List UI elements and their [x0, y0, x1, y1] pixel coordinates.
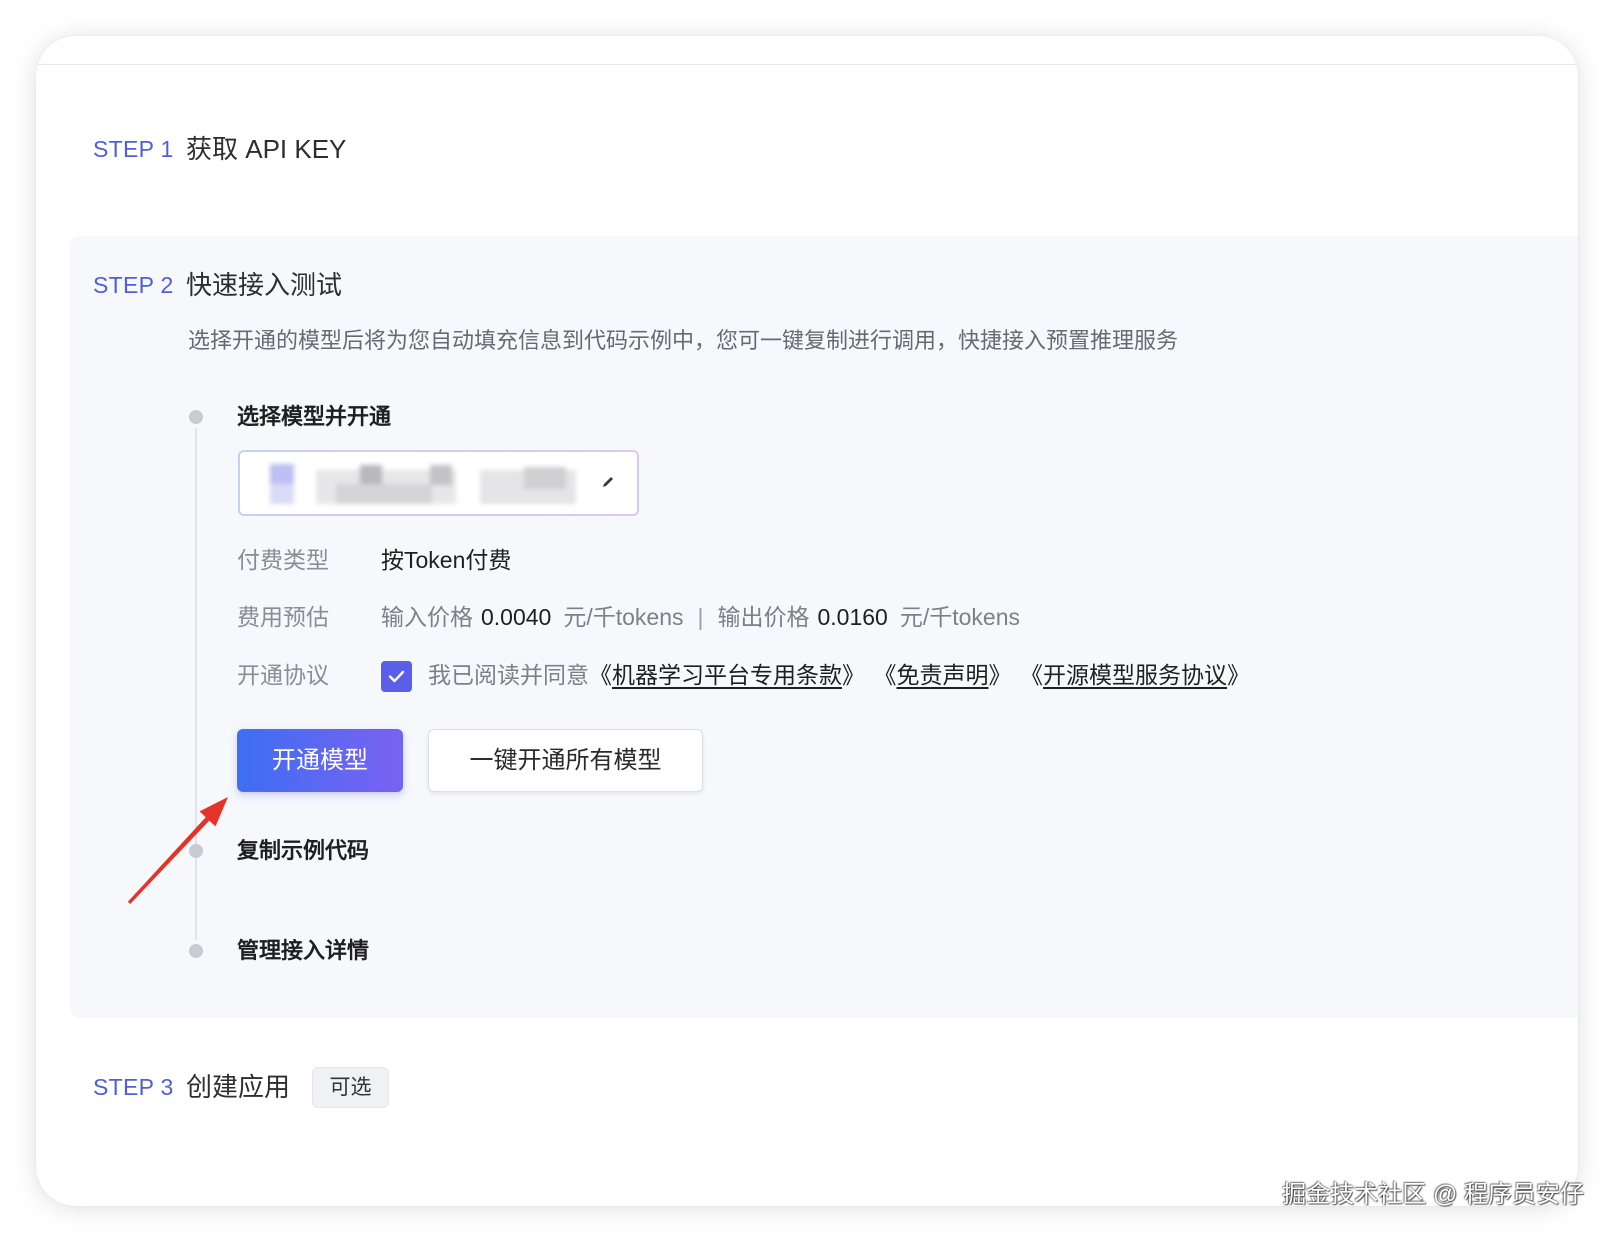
agreement-label: 开通协议 [237, 662, 329, 688]
check-icon [388, 670, 405, 683]
step3-title: 创建应用 [186, 1072, 291, 1102]
model-select-value-blurred [240, 452, 637, 514]
bracket-close: 》 [1227, 662, 1250, 688]
step2-description: 选择开通的模型后将为您自动填充信息到代码示例中，您可一键复制进行调用，快捷接入预… [188, 328, 1179, 353]
card-divider [36, 64, 1578, 65]
agreement-link-open-source-model[interactable]: 《开源模型服务协议》 [1032, 662, 1251, 688]
timeline-dot [189, 944, 203, 958]
agreement-link-disclaimer[interactable]: 《免责声明》 [885, 662, 1012, 688]
timeline-dot [189, 410, 203, 424]
bracket-close: 》 [988, 662, 1012, 688]
agreement-link-ml-platform-terms[interactable]: 《机器学习平台专用条款》 [589, 662, 865, 688]
input-price: 0.0040 [481, 604, 552, 630]
pencil-icon [603, 477, 613, 487]
input-price-unit: 元/千tokens [563, 604, 684, 630]
substep-select-model: 选择模型并开通 [237, 404, 392, 429]
output-price: 0.0160 [817, 604, 888, 630]
watermark: 掘金技术社区 @ 程序员安仔 [1282, 1181, 1584, 1208]
agreement-checkbox[interactable] [381, 661, 412, 692]
output-price-label: 输出价格 [717, 604, 810, 630]
bracket-open: 《 [1031, 662, 1044, 688]
bracket-close: 》 [842, 662, 865, 688]
billing-type-label: 付费类型 [237, 547, 329, 573]
input-price-label: 输入价格 [381, 604, 473, 630]
step2-label: STEP 2 [93, 272, 174, 298]
step1-title: 获取 API KEY [186, 134, 347, 164]
cost-estimate-value: 输入价格 0.0040 元/千tokens | 输出价格 0.0160 元/千tokens [381, 602, 1020, 632]
bracket-open: 《 [589, 662, 612, 688]
agreement-name: 机器学习平台专用条款 [612, 662, 842, 688]
activate-all-models-button[interactable]: 一键开通所有模型 [428, 729, 703, 792]
bracket-open: 《 [885, 662, 897, 688]
step3-label: STEP 3 [93, 1074, 174, 1100]
agreement-text: 我已阅读并同意《机器学习平台专用条款》 《免责声明》 《开源模型服务协议》 [428, 660, 1250, 690]
activate-model-button[interactable]: 开通模型 [237, 729, 403, 792]
output-price-unit: 元/千tokens [899, 604, 1021, 630]
agreement-name: 开源模型服务协议 [1043, 662, 1227, 688]
annotation-arrow [127, 797, 228, 904]
substep-manage-access: 管理接入详情 [237, 938, 370, 963]
model-select[interactable] [238, 450, 639, 516]
substep-copy-code: 复制示例代码 [237, 838, 370, 863]
price-separator: | [697, 604, 704, 630]
agreement-prefix: 我已阅读并同意 [428, 662, 589, 688]
billing-type-value: 按Token付费 [381, 547, 512, 573]
step2-title: 快速接入测试 [186, 270, 343, 300]
step1-label: STEP 1 [93, 136, 174, 162]
cost-estimate-label: 费用预估 [237, 604, 329, 630]
optional-badge: 可选 [312, 1067, 389, 1108]
agreement-name: 免责声明 [896, 662, 989, 688]
